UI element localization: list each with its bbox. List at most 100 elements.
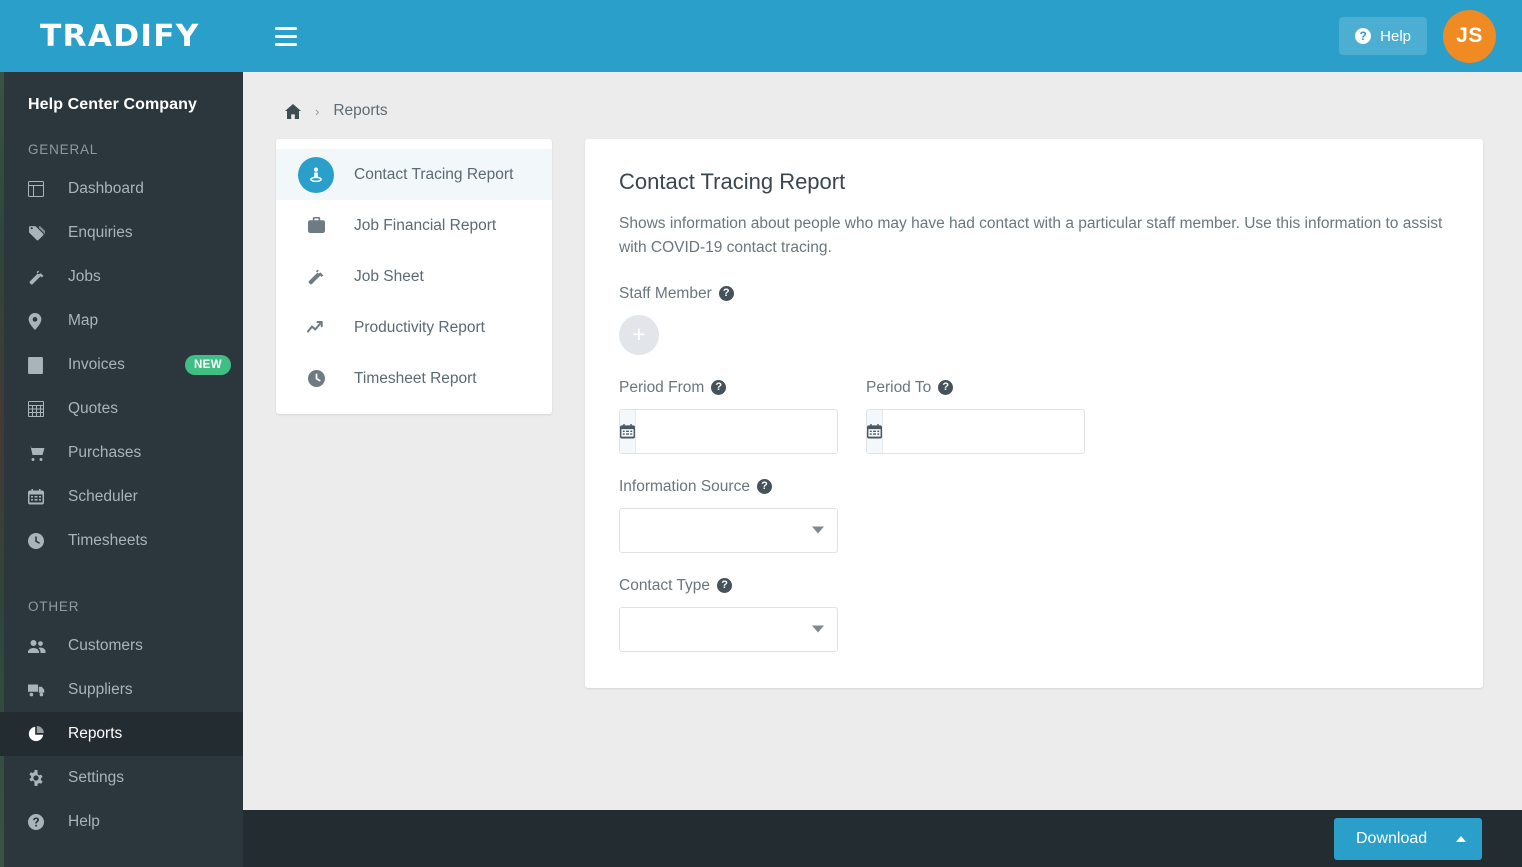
- staff-member-label: Staff Member ?: [619, 285, 1449, 303]
- calendar-icon[interactable]: [620, 409, 636, 453]
- period-from-input[interactable]: [636, 409, 837, 453]
- sidebar-item-label: Dashboard: [68, 180, 144, 197]
- chevron-up-icon[interactable]: [1456, 835, 1466, 842]
- report-description: Shows information about people who may h…: [619, 215, 1443, 257]
- download-button[interactable]: Download: [1334, 817, 1482, 860]
- help-button[interactable]: ? Help: [1339, 17, 1427, 55]
- help-button-label: Help: [1380, 27, 1411, 45]
- sidebar-item-reports[interactable]: Reports: [0, 712, 243, 756]
- information-source-label-text: Information Source: [619, 477, 750, 495]
- add-staff-member-button[interactable]: +: [619, 314, 659, 355]
- report-item-label: Job Sheet: [354, 267, 424, 285]
- contact-type-label-text: Contact Type: [619, 576, 711, 594]
- gear-icon: [28, 770, 54, 786]
- pie-chart-icon: [28, 726, 54, 742]
- sidebar-item-label: Jobs: [68, 268, 101, 285]
- information-source-select[interactable]: [619, 507, 838, 553]
- grid-icon: [28, 401, 54, 417]
- app-root: TRADIFY ? Help JS Help Center Company GE…: [0, 0, 1522, 867]
- sidebar-item-invoices[interactable]: Invoices NEW: [0, 343, 243, 387]
- report-form-card: Contact Tracing Report Shows information…: [585, 139, 1483, 688]
- question-mark-icon[interactable]: ?: [711, 380, 727, 396]
- invoice-icon: [28, 356, 54, 374]
- period-to-input[interactable]: [883, 409, 1084, 453]
- report-item-label: Timesheet Report: [354, 369, 477, 387]
- question-mark-icon[interactable]: ?: [717, 578, 733, 594]
- sidebar-item-purchases[interactable]: Purchases: [0, 431, 243, 475]
- home-icon[interactable]: [285, 103, 301, 119]
- sidebar-item-dashboard[interactable]: Dashboard: [0, 167, 243, 211]
- sidebar-item-label: Quotes: [68, 400, 118, 417]
- brand-name: TRADIFY: [40, 18, 200, 54]
- sidebar-item-customers[interactable]: Customers: [0, 624, 243, 668]
- calendar-icon: [28, 489, 54, 505]
- question-mark-icon[interactable]: ?: [718, 286, 734, 302]
- period-to-label-text: Period To: [866, 378, 932, 396]
- hamburger-icon[interactable]: [275, 25, 301, 47]
- sidebar-item-label: Purchases: [68, 444, 142, 461]
- dashboard-icon: [28, 181, 54, 197]
- report-item-productivity[interactable]: Productivity Report: [276, 302, 552, 353]
- clock-icon: [298, 361, 334, 397]
- trend-up-icon: [298, 310, 334, 346]
- sidebar-item-map[interactable]: Map: [0, 299, 243, 343]
- breadcrumb-separator: ›: [315, 103, 320, 119]
- sidebar-item-label: Invoices: [68, 356, 125, 373]
- sidebar-item-label: Settings: [68, 769, 125, 786]
- period-from-label: Period From ?: [619, 379, 838, 397]
- contact-type-select[interactable]: [619, 606, 838, 652]
- report-item-contact-tracing[interactable]: Contact Tracing Report: [276, 149, 552, 200]
- sidebar-item-label: Customers: [68, 637, 143, 654]
- staff-member-label-text: Staff Member: [619, 284, 712, 302]
- sidebar-item-label: Reports: [68, 725, 123, 742]
- sidebar-item-suppliers[interactable]: Suppliers: [0, 668, 243, 712]
- question-mark-icon[interactable]: ?: [938, 380, 954, 396]
- period-from-input-wrap: [619, 408, 838, 454]
- company-name: Help Center Company: [28, 96, 198, 113]
- sidebar-item-help[interactable]: Help: [0, 800, 243, 844]
- report-item-label: Job Financial Report: [354, 216, 497, 234]
- question-mark-icon[interactable]: ?: [756, 479, 772, 495]
- period-row: Period From ? Period To ?: [619, 379, 1449, 454]
- truck-icon: [28, 683, 54, 697]
- download-button-label: Download: [1356, 829, 1428, 847]
- sidebar-item-timesheets[interactable]: Timesheets: [0, 519, 243, 563]
- sidebar-item-jobs[interactable]: Jobs: [0, 255, 243, 299]
- content-panes: Contact Tracing Report Job Financial Rep…: [243, 120, 1522, 688]
- sidebar-item-label: Enquiries: [68, 224, 133, 241]
- brand-logo[interactable]: TRADIFY: [0, 0, 243, 72]
- report-item-job-financial[interactable]: Job Financial Report: [276, 200, 552, 251]
- chevron-down-icon: [812, 625, 824, 633]
- sidebar-item-label: Map: [68, 312, 99, 329]
- report-item-label: Productivity Report: [354, 318, 485, 336]
- calendar-icon[interactable]: [867, 409, 883, 453]
- person-tracing-icon: [298, 156, 334, 193]
- chevron-down-icon: [812, 526, 824, 534]
- footer-bar: Download: [243, 810, 1522, 867]
- sidebar-item-quotes[interactable]: Quotes: [0, 387, 243, 431]
- sidebar-item-scheduler[interactable]: Scheduler: [0, 475, 243, 519]
- page-title: Contact Tracing Report: [619, 169, 846, 194]
- sidebar-item-label: Help: [68, 813, 100, 830]
- status-badge-new: NEW: [184, 355, 231, 375]
- top-header-bar: TRADIFY ? Help JS: [0, 0, 1522, 72]
- report-item-label: Contact Tracing Report: [354, 165, 514, 183]
- report-item-job-sheet[interactable]: Job Sheet: [276, 251, 552, 302]
- sidebar: Help Center Company GENERAL Dashboard En…: [0, 72, 243, 867]
- sidebar-item-enquiries[interactable]: Enquiries: [0, 211, 243, 255]
- sidebar-group-label-other: OTHER: [28, 599, 80, 614]
- breadcrumb: › Reports: [243, 72, 1522, 120]
- hamburger-bar: [275, 42, 297, 46]
- question-circle-icon: ?: [1355, 28, 1372, 44]
- avatar[interactable]: JS: [1443, 9, 1496, 63]
- sidebar-item-label: Scheduler: [68, 488, 138, 505]
- period-to-group: Period To ?: [866, 379, 1085, 454]
- users-icon: [28, 639, 54, 654]
- report-item-timesheet[interactable]: Timesheet Report: [276, 353, 552, 404]
- sidebar-item-settings[interactable]: Settings: [0, 756, 243, 800]
- period-to-input-wrap: [866, 408, 1085, 454]
- header-actions: ? Help JS: [1339, 9, 1522, 63]
- sidebar-item-label: Timesheets: [68, 532, 148, 549]
